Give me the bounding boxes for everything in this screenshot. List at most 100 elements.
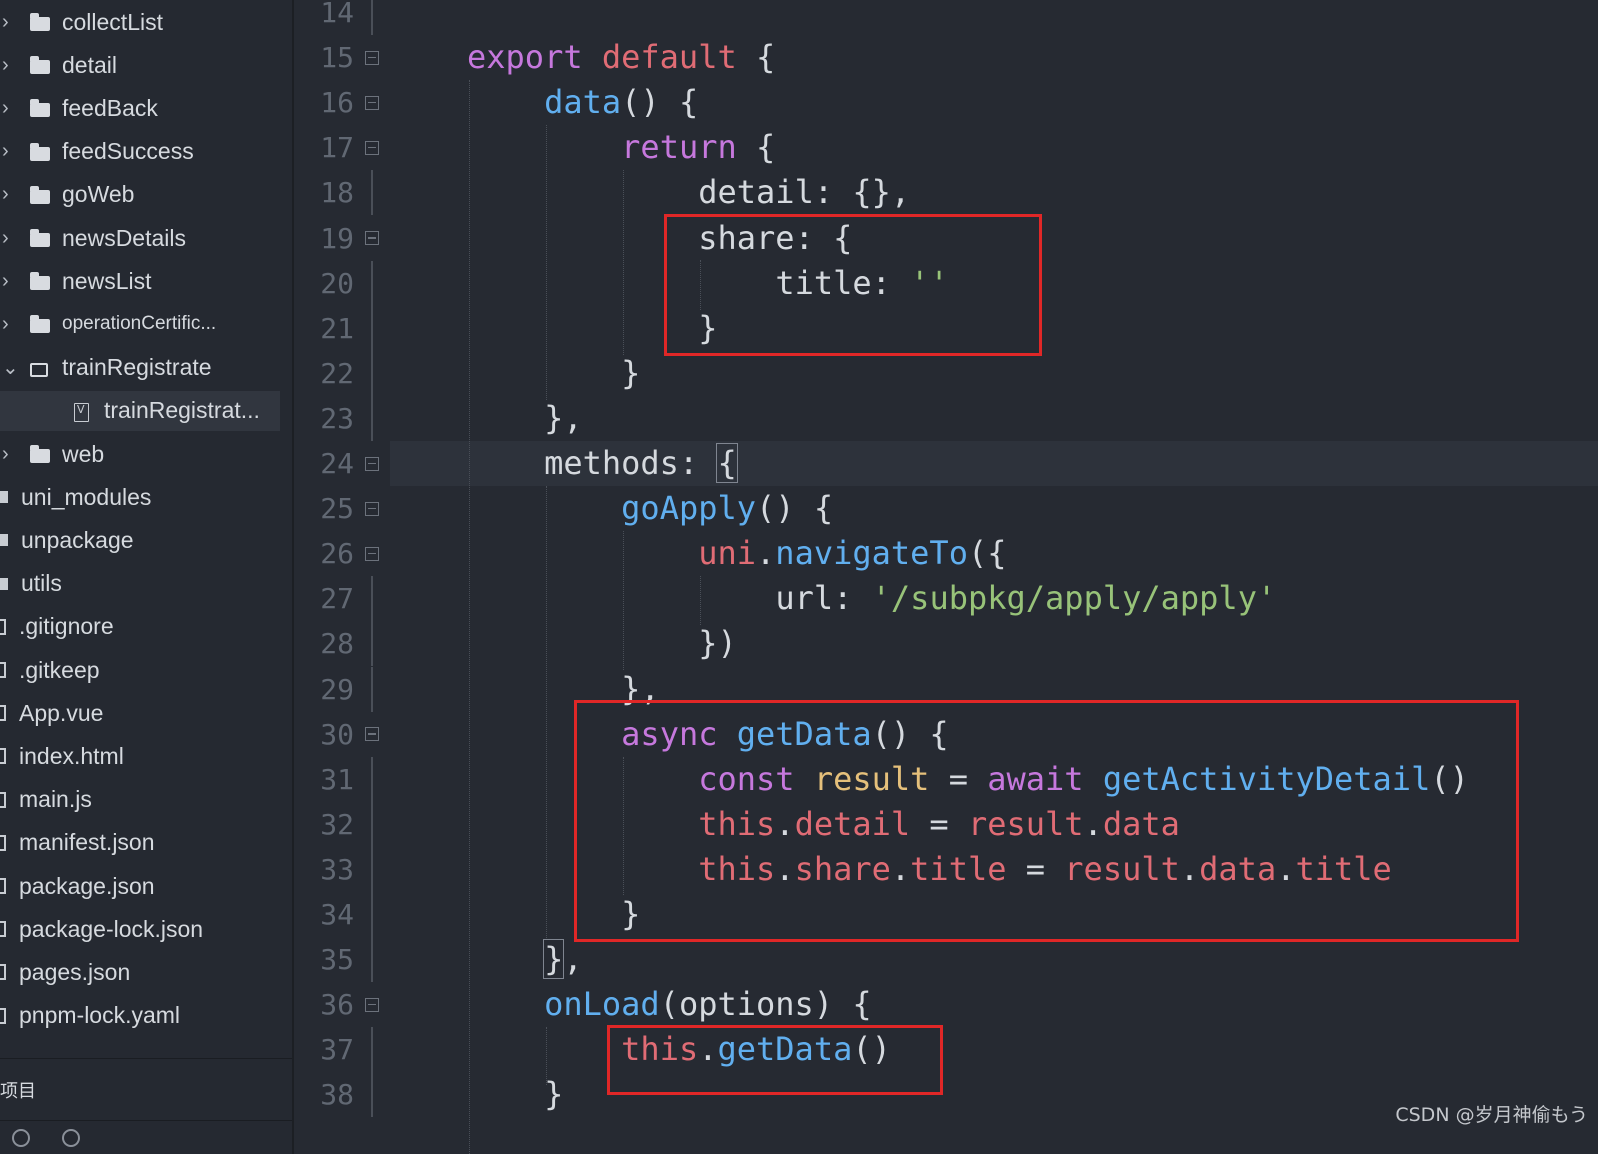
line-number: 37 bbox=[320, 1033, 354, 1067]
tree-item[interactable]: uni_modules bbox=[0, 477, 280, 517]
fold-guide bbox=[371, 666, 373, 712]
fold-toggle-icon[interactable] bbox=[365, 727, 379, 742]
fold-guide bbox=[371, 801, 373, 847]
tree-item[interactable]: unpackage bbox=[0, 520, 280, 560]
refresh-icon[interactable] bbox=[12, 1129, 30, 1147]
tree-item[interactable]: › goWeb bbox=[0, 175, 280, 215]
chevron-right-icon[interactable]: › bbox=[2, 270, 18, 293]
code-line[interactable]: goApply() { bbox=[621, 486, 833, 531]
tree-item-label: trainRegistrate bbox=[62, 354, 212, 381]
fold-guide bbox=[371, 395, 373, 441]
tree-item[interactable]: › web bbox=[0, 434, 280, 474]
code-line[interactable]: uni.navigateTo({ bbox=[698, 531, 1006, 576]
file-icon bbox=[0, 964, 6, 981]
chevron-right-icon[interactable]: › bbox=[2, 11, 18, 34]
line-number: 36 bbox=[320, 988, 354, 1022]
tree-item-label: index.html bbox=[19, 742, 124, 769]
tree-item[interactable]: App.vue bbox=[0, 693, 280, 733]
line-number: 25 bbox=[320, 492, 354, 526]
code-line[interactable]: } bbox=[621, 351, 640, 396]
code-token: : bbox=[678, 444, 718, 482]
fold-guide bbox=[371, 846, 373, 892]
tree-item[interactable]: › collectList bbox=[0, 2, 280, 42]
tree-item[interactable]: .gitkeep bbox=[0, 650, 280, 690]
code-line[interactable]: onLoad(options) { bbox=[544, 982, 872, 1027]
folder-icon bbox=[0, 491, 8, 504]
fold-toggle-icon[interactable] bbox=[365, 997, 379, 1012]
tree-item-label: feedSuccess bbox=[62, 138, 194, 165]
chevron-right-icon[interactable]: › bbox=[2, 313, 18, 336]
indent-guide bbox=[469, 80, 470, 1154]
globe-icon[interactable] bbox=[62, 1129, 80, 1147]
tree-item[interactable]: › feedBack bbox=[0, 88, 280, 128]
fold-toggle-icon[interactable] bbox=[365, 456, 379, 471]
code-line[interactable]: }, bbox=[543, 937, 583, 982]
code-token: detail bbox=[698, 173, 814, 212]
fold-toggle-icon[interactable] bbox=[365, 50, 379, 65]
indent-guide bbox=[700, 576, 702, 625]
code-line[interactable]: }) bbox=[698, 621, 737, 666]
tree-item-label: feedBack bbox=[62, 94, 158, 121]
code-line[interactable]: methods: { bbox=[544, 441, 738, 486]
tree-item-label: detail bbox=[62, 51, 117, 78]
tree-item[interactable]: › newsDetails bbox=[0, 218, 280, 258]
tree-item-label: unpackage bbox=[21, 526, 134, 553]
tree-item[interactable]: › operationCertific... bbox=[0, 304, 280, 344]
code-token: }, bbox=[544, 398, 583, 437]
tree-item-label: trainRegistrat... bbox=[104, 397, 260, 424]
code-line[interactable]: }, bbox=[544, 396, 583, 441]
tree-item[interactable]: package.json bbox=[0, 866, 280, 906]
code-line[interactable]: return { bbox=[621, 125, 775, 170]
chevron-right-icon[interactable]: › bbox=[2, 443, 18, 466]
project-panel-label[interactable]: 项目 bbox=[0, 1077, 36, 1103]
chevron-right-icon[interactable]: › bbox=[2, 183, 18, 206]
code-token: navigateTo bbox=[775, 534, 968, 573]
tree-item[interactable]: utils bbox=[0, 564, 280, 604]
code-line[interactable]: detail: {}, bbox=[698, 170, 910, 215]
tree-item[interactable]: ⌄ trainRegistrate bbox=[0, 348, 280, 388]
file-icon bbox=[0, 1007, 6, 1024]
code-token: export bbox=[467, 38, 583, 77]
chevron-right-icon[interactable]: › bbox=[2, 227, 18, 250]
code-line[interactable]: data() { bbox=[544, 80, 698, 125]
tree-item[interactable]: manifest.json bbox=[0, 823, 280, 863]
tree-item[interactable]: › newsList bbox=[0, 261, 280, 301]
code-editor[interactable]: 14 15 16 17 18 19 20 21 22 23 24 25 26 27 28 29 30 31 32 33… bbox=[294, 0, 1598, 1154]
fold-toggle-icon[interactable] bbox=[365, 501, 379, 516]
tree-item[interactable]: .gitignore bbox=[0, 607, 280, 647]
tree-item[interactable]: main.js bbox=[0, 780, 280, 820]
code-token: }) bbox=[698, 624, 737, 663]
code-line[interactable]: export default { bbox=[467, 35, 775, 80]
code-line[interactable]: } bbox=[544, 1072, 563, 1117]
line-number: 26 bbox=[320, 537, 354, 571]
line-number: 32 bbox=[320, 807, 354, 841]
code-token: } bbox=[543, 939, 565, 980]
line-number: 21 bbox=[320, 311, 354, 345]
fold-toggle-icon[interactable] bbox=[365, 95, 379, 110]
tree-item[interactable]: pnpm-lock.yaml bbox=[0, 996, 280, 1036]
chevron-down-icon[interactable]: ⌄ bbox=[2, 355, 19, 380]
file-icon bbox=[0, 705, 6, 722]
folder-icon bbox=[30, 13, 50, 31]
vue-file-icon bbox=[72, 402, 92, 422]
sidebar-footer bbox=[0, 1058, 292, 1119]
highlight-box-call bbox=[607, 1025, 943, 1095]
chevron-right-icon[interactable]: › bbox=[2, 54, 18, 77]
code-token: . bbox=[756, 534, 776, 573]
fold-toggle-icon[interactable] bbox=[365, 231, 379, 246]
tree-item[interactable]: index.html bbox=[0, 736, 280, 776]
tree-item[interactable]: pages.json bbox=[0, 952, 280, 992]
line-number: 27 bbox=[320, 582, 354, 616]
fold-toggle-icon[interactable] bbox=[365, 140, 379, 155]
tree-item[interactable]: package-lock.json bbox=[0, 909, 280, 949]
fold-guide bbox=[371, 260, 373, 306]
fold-toggle-icon[interactable] bbox=[365, 546, 379, 561]
tree-item[interactable]: trainRegistrat... bbox=[0, 390, 280, 431]
tree-item[interactable]: › feedSuccess bbox=[0, 132, 280, 172]
file-icon bbox=[0, 921, 6, 938]
chevron-right-icon[interactable]: › bbox=[2, 97, 18, 120]
chevron-right-icon[interactable]: › bbox=[2, 140, 18, 163]
code-line[interactable]: url: '/subpkg/apply/apply' bbox=[775, 576, 1276, 621]
tree-item[interactable]: › detail bbox=[0, 45, 280, 85]
file-icon bbox=[0, 791, 6, 808]
